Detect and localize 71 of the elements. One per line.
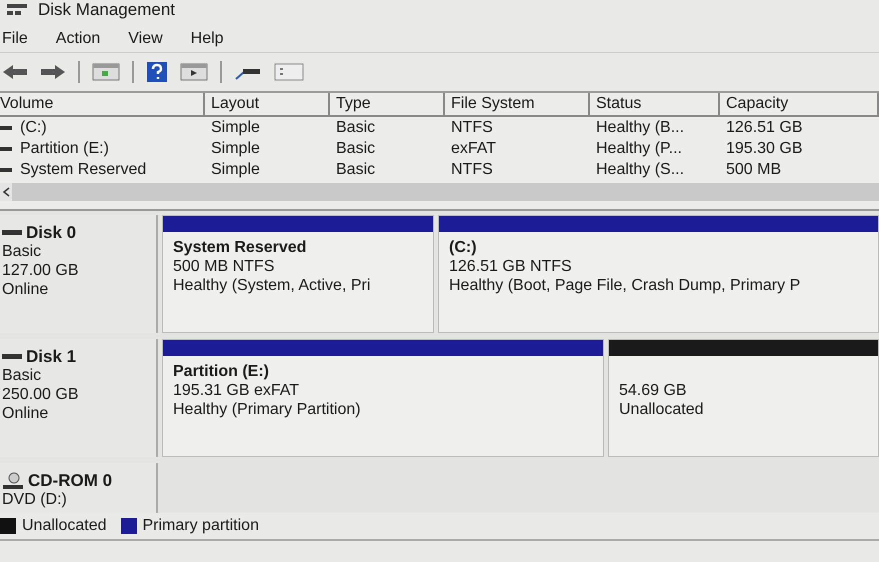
disk-status: Online <box>2 404 50 423</box>
column-header[interactable]: Capacity <box>720 93 879 115</box>
column-header[interactable]: Layout <box>205 93 330 115</box>
menu-item[interactable]: Help <box>190 30 224 48</box>
partition-block[interactable]: (C:) 126.51 GB NTFS Healthy (Boot, Page File, Crash Dump, Primary P <box>438 215 879 333</box>
column-header[interactable]: Type <box>330 93 445 115</box>
forward-icon[interactable] <box>40 63 66 81</box>
legend-label: Primary partition <box>142 517 259 535</box>
partition-size: 500 MB NTFS <box>173 257 276 276</box>
list-icon[interactable] <box>274 63 304 81</box>
partition-size: 54.69 GB <box>619 381 688 400</box>
legend-label: Unallocated <box>22 517 106 535</box>
window-title: Disk Management <box>38 0 176 20</box>
table-cell: Partition (E:) <box>20 140 109 158</box>
table-cell: System Reserved <box>20 160 146 178</box>
cd-drive-icon <box>2 472 24 490</box>
partition-block[interactable]: System Reserved 500 MB NTFS Healthy (System, Active, Pri <box>162 215 434 333</box>
menu-item[interactable]: View <box>128 30 163 48</box>
back-icon[interactable] <box>2 63 28 81</box>
partition-name: Partition (E:) <box>173 362 270 381</box>
disk-label-panel[interactable]: Disk 1 Basic 250.00 GB Online <box>0 339 158 457</box>
partition-size: 126.51 GB NTFS <box>449 257 573 276</box>
disk-label-panel[interactable]: Disk 0 Basic 127.00 GB Online <box>0 215 158 333</box>
disk-type: DVD (D:) <box>2 490 68 509</box>
partition-name: System Reserved <box>173 238 308 257</box>
table-cell: Simple <box>211 118 260 136</box>
partition-block[interactable]: 54.69 GB Unallocated <box>608 339 879 457</box>
disk-type: Basic <box>2 242 42 261</box>
table-cell: 195.30 GB <box>726 140 802 158</box>
table-cell: (C:) <box>20 118 47 136</box>
table-cell: Healthy (P... <box>596 140 682 158</box>
table-cell: NTFS <box>451 160 493 178</box>
volume-icon <box>0 146 12 150</box>
disk-name: CD-ROM 0 <box>28 471 112 490</box>
horizontal-scrollbar[interactable] <box>0 183 879 201</box>
column-header[interactable]: Status <box>590 93 720 115</box>
table-cell: 126.51 GB <box>726 118 802 136</box>
disk-size: 127.00 GB <box>2 261 80 280</box>
volume-icon <box>0 126 12 130</box>
window-icon[interactable] <box>180 63 208 81</box>
disk-type: Basic <box>2 366 42 385</box>
table-cell: exFAT <box>451 140 496 158</box>
column-header[interactable]: Volume <box>0 93 205 115</box>
table-cell: Healthy (B... <box>596 118 684 136</box>
table-cell: NTFS <box>451 118 493 136</box>
table-cell: Basic <box>336 118 376 136</box>
table-cell: Healthy (S... <box>596 160 684 178</box>
table-cell: Basic <box>336 160 376 178</box>
partition-size: 195.31 GB exFAT <box>173 381 300 400</box>
disk-name: Disk 0 <box>26 223 76 242</box>
app-icon <box>6 3 28 17</box>
partition-status: Healthy (Primary Partition) <box>173 400 362 419</box>
column-header[interactable]: File System <box>445 93 590 115</box>
disk-label-panel[interactable]: CD-ROM 0 DVD (D:) <box>0 463 158 513</box>
partition-name: (C:) <box>449 238 478 257</box>
table-cell: Basic <box>336 140 376 158</box>
table-cell: Simple <box>211 160 260 178</box>
partition-block[interactable]: Partition (E:) 195.31 GB exFAT Healthy (Primary Partition) <box>162 339 604 457</box>
partition-status: Healthy (System, Active, Pri <box>173 276 372 295</box>
menu-item[interactable]: Action <box>56 30 100 48</box>
scroll-left-icon[interactable] <box>2 187 10 197</box>
disk-name: Disk 1 <box>26 347 76 366</box>
disk-status: Online <box>2 280 50 299</box>
partition-status: Healthy (Boot, Page File, Crash Dump, Primary P <box>449 276 802 295</box>
table-cell: 500 MB <box>726 160 782 178</box>
volume-icon <box>0 168 12 172</box>
partition-status: Unallocated <box>619 400 704 419</box>
table-cell: Simple <box>211 140 260 158</box>
help-icon[interactable] <box>146 61 168 83</box>
disk-size: 250.00 GB <box>2 385 80 404</box>
menu-item[interactable]: File <box>2 30 28 48</box>
